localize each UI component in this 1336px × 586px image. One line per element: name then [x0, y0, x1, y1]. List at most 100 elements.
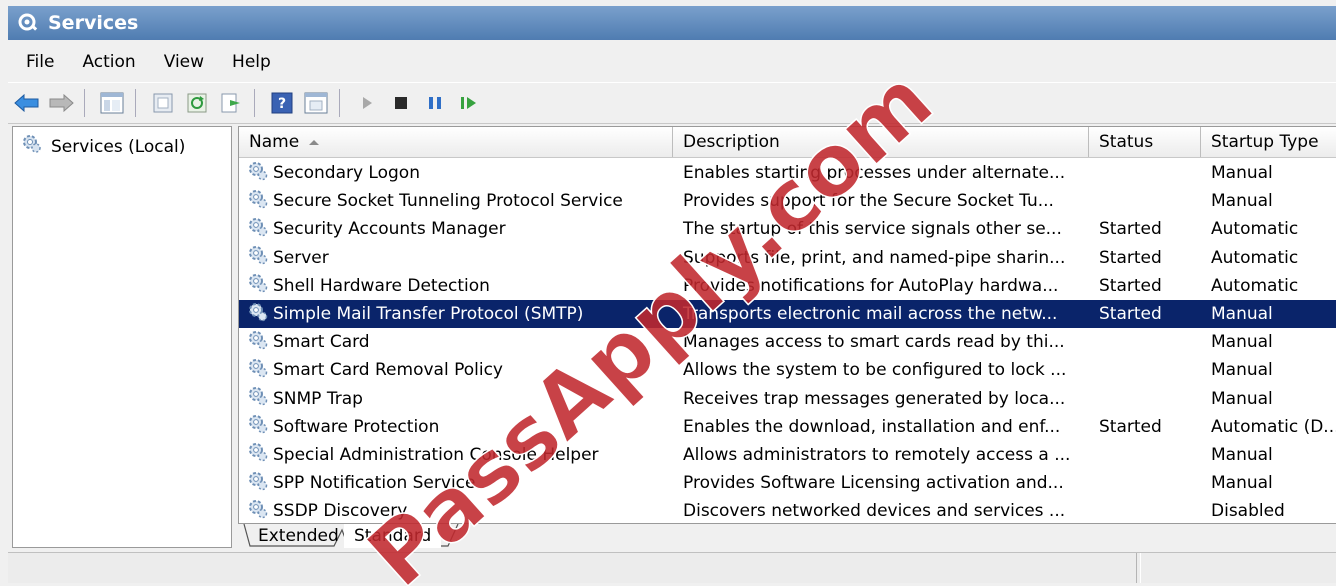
stop-service-icon[interactable] [386, 89, 416, 117]
help-icon[interactable]: ? [267, 89, 297, 117]
tab-standard[interactable]: Standard [344, 524, 442, 548]
cell-name: Secure Socket Tunneling Protocol Service [239, 188, 673, 215]
pause-service-icon[interactable] [420, 89, 450, 117]
table-row[interactable]: Special Administration Console Helper All… [239, 441, 1336, 469]
table-row[interactable]: Shell Hardware Detection Provides notific… [239, 272, 1336, 300]
menu-help[interactable]: Help [232, 52, 271, 72]
resume-service-icon[interactable] [454, 89, 484, 117]
cell-status: Started [1099, 219, 1162, 240]
cell-startup-type: Manual [1211, 388, 1273, 409]
toolbar-separator [135, 89, 136, 117]
cell-startup-type: Manual [1211, 360, 1273, 381]
service-name: Software Protection [273, 416, 440, 437]
cell-description: Transports electronic mail across the ne… [683, 304, 1058, 325]
cell-description: Supports file, print, and named-pipe sha… [683, 247, 1066, 268]
cell-startup-type: Automatic [1211, 219, 1299, 240]
table-row[interactable]: SSDP Discovery Discovers networked device… [239, 497, 1336, 523]
service-gear-icon [247, 301, 269, 328]
cell-description: Provides notifications for AutoPlay hard… [683, 275, 1059, 296]
service-gear-icon [247, 272, 269, 299]
tree-item-services-local[interactable]: Services (Local) [21, 133, 185, 160]
table-row[interactable]: Software Protection Enables the download,… [239, 413, 1336, 441]
console-tree-pane: Services (Local) [12, 126, 232, 548]
cell-name: SSDP Discovery [239, 498, 673, 523]
table-row[interactable]: SNMP Trap Receives trap messages generate… [239, 385, 1336, 413]
service-name: SSDP Discovery [273, 501, 408, 522]
service-gear-icon [247, 244, 269, 271]
service-name: Server [273, 247, 329, 268]
cell-name: Software Protection [239, 413, 673, 440]
services-list: Name Description Status Startup Type Sec… [238, 126, 1336, 524]
service-name: Shell Hardware Detection [273, 275, 490, 296]
status-bar-divider [1136, 553, 1141, 583]
cell-name: Security Accounts Manager [239, 216, 673, 243]
cell-name: SPP Notification Service [239, 470, 673, 497]
menu-file[interactable]: File [26, 52, 54, 72]
list-header: Name Description Status Startup Type [239, 127, 1336, 158]
service-name: Security Accounts Manager [273, 219, 506, 240]
sort-ascending-icon [309, 140, 319, 145]
table-row[interactable]: SPP Notification Service Provides Softwar… [239, 469, 1336, 497]
menu-action[interactable]: Action [82, 52, 135, 72]
window-titlebar: Services [8, 6, 1336, 40]
tab-extended[interactable]: Extended [248, 524, 349, 548]
back-arrow-icon[interactable] [12, 89, 42, 117]
cell-name: Smart Card Removal Policy [239, 357, 673, 384]
table-row[interactable]: Secondary Logon Enables starting processe… [239, 159, 1336, 187]
properties-icon[interactable] [148, 89, 178, 117]
list-rows: Secondary Logon Enables starting processe… [239, 159, 1336, 523]
refresh-icon[interactable] [182, 89, 212, 117]
cell-status: Started [1099, 304, 1162, 325]
toolbar: ? [8, 82, 1336, 124]
services-gear-icon [14, 11, 42, 35]
table-row[interactable]: Server Supports file, print, and named-pi… [239, 244, 1336, 272]
toolbar-separator [254, 89, 255, 117]
cell-description: Discovers networked devices and services… [683, 501, 1066, 522]
table-row[interactable]: Security Accounts Manager The startup of … [239, 215, 1336, 243]
service-name: SPP Notification Service [273, 473, 476, 494]
cell-status: Started [1099, 247, 1162, 268]
service-gear-icon [247, 470, 269, 497]
cell-description: Allows administrators to remotely access… [683, 444, 1071, 465]
table-row[interactable]: Smart Card Manages access to smart cards … [239, 328, 1336, 356]
service-name: SNMP Trap [273, 388, 363, 409]
forward-arrow-icon[interactable] [46, 89, 76, 117]
column-header-label: Status [1099, 132, 1154, 152]
menu-bar: File Action View Help [8, 44, 1336, 80]
service-name: Special Administration Console Helper [273, 444, 599, 465]
table-row-selected[interactable]: Simple Mail Transfer Protocol (SMTP) Tran… [239, 299, 1336, 329]
cell-name: Secondary Logon [239, 160, 673, 187]
svg-text:?: ? [278, 96, 286, 112]
column-header-description[interactable]: Description [673, 127, 1089, 157]
cell-description: Provides support for the Secure Socket T… [683, 191, 1054, 212]
view-tabs: Extended Standard [238, 524, 1336, 548]
service-gear-icon [247, 357, 269, 384]
cell-startup-type: Automatic [1211, 275, 1299, 296]
cell-description: Enables starting processes under alterna… [683, 163, 1066, 184]
table-row[interactable]: Smart Card Removal Policy Allows the syst… [239, 356, 1336, 384]
view-icon[interactable] [301, 89, 331, 117]
cell-startup-type: Manual [1211, 332, 1273, 353]
column-header-status[interactable]: Status [1089, 127, 1201, 157]
export-list-icon[interactable] [216, 89, 246, 117]
cell-status: Started [1099, 275, 1162, 296]
table-row[interactable]: Secure Socket Tunneling Protocol Service… [239, 187, 1336, 215]
menu-view[interactable]: View [164, 52, 204, 72]
cell-name: SNMP Trap [239, 385, 673, 412]
service-name: Simple Mail Transfer Protocol (SMTP) [273, 304, 584, 325]
toolbar-separator [339, 89, 340, 117]
service-gear-icon [247, 498, 269, 523]
service-gear-icon [247, 329, 269, 356]
cell-name: Smart Card [239, 329, 673, 356]
cell-name: Special Administration Console Helper [239, 441, 673, 468]
cell-description: Manages access to smart cards read by th… [683, 332, 1065, 353]
tree-item-label: Services (Local) [51, 136, 186, 157]
service-gear-icon [247, 160, 269, 187]
show-hide-console-tree-icon[interactable] [97, 89, 127, 117]
start-service-icon[interactable] [352, 89, 382, 117]
column-header-startup-type[interactable]: Startup Type [1201, 127, 1336, 157]
status-bar [8, 552, 1336, 583]
column-header-name[interactable]: Name [239, 127, 673, 157]
cell-startup-type: Manual [1211, 191, 1273, 212]
cell-name: Simple Mail Transfer Protocol (SMTP) [239, 301, 673, 328]
